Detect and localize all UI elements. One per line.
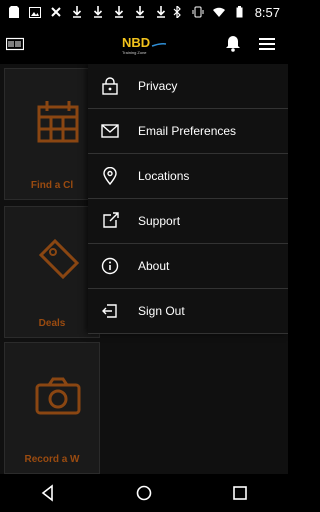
recent-apps-icon[interactable] (231, 484, 249, 502)
download-icon (92, 6, 104, 18)
status-right-icons: 8:57 (171, 5, 280, 20)
download-icon (71, 6, 83, 18)
navigation-drawer: Privacy Email Preferences Locations Supp… (88, 64, 288, 334)
sd-card-icon (8, 6, 20, 18)
location-pin-icon (100, 166, 120, 186)
status-time: 8:57 (254, 4, 280, 20)
lock-icon (100, 76, 120, 96)
notifications-bell-icon[interactable] (224, 34, 242, 52)
system-navigation-bar (0, 474, 288, 512)
drawer-item-label: Privacy (138, 79, 178, 93)
drawer-item-label: Support (138, 214, 181, 228)
info-icon (100, 256, 120, 276)
close-icon (50, 6, 62, 18)
drawer-item-locations[interactable]: Locations (88, 154, 288, 199)
wifi-icon (212, 6, 225, 18)
envelope-icon (100, 121, 120, 141)
external-link-icon (100, 211, 120, 231)
drawer-item-support[interactable]: Support (88, 199, 288, 244)
home-icon[interactable] (135, 484, 153, 502)
logo-subtext: Training Zone (122, 50, 147, 55)
tile-label: Find a Cl (30, 180, 74, 191)
calendar-icon (37, 101, 79, 143)
drawer-item-email-preferences[interactable]: Email Preferences (88, 109, 288, 154)
menu-hamburger-icon[interactable] (258, 35, 276, 53)
logo-text: NBD (122, 35, 150, 50)
barcode-card-icon[interactable] (5, 35, 25, 53)
download-icon (134, 6, 146, 18)
vibrate-icon (192, 6, 204, 18)
status-bar: 8:57 (0, 0, 288, 24)
drawer-item-label: Sign Out (138, 304, 185, 318)
find-a-class-tile[interactable]: Find a Cl (4, 68, 100, 200)
sign-out-icon (100, 301, 120, 321)
app-logo[interactable]: NBD Training Zone (118, 33, 170, 57)
camera-icon (35, 377, 81, 415)
battery-icon (234, 6, 246, 18)
drawer-item-about[interactable]: About (88, 244, 288, 289)
status-left-icons (8, 6, 167, 18)
tile-label: Record a W (24, 454, 80, 465)
download-icon (113, 6, 125, 18)
bluetooth-icon (171, 6, 183, 18)
app-bar: NBD Training Zone (0, 24, 288, 64)
download-icon (155, 6, 167, 18)
tile-label: Deals (38, 318, 66, 329)
tag-icon (38, 238, 80, 280)
drawer-item-sign-out[interactable]: Sign Out (88, 289, 288, 334)
drawer-item-label: Locations (138, 169, 190, 183)
image-icon (29, 6, 41, 18)
deals-tile[interactable]: Deals (4, 206, 100, 338)
record-a-workout-tile[interactable]: Record a W (4, 342, 100, 474)
drawer-item-label: About (138, 259, 170, 273)
drawer-item-label: Email Preferences (138, 124, 237, 138)
back-icon[interactable] (39, 484, 57, 502)
drawer-item-privacy[interactable]: Privacy (88, 64, 288, 109)
